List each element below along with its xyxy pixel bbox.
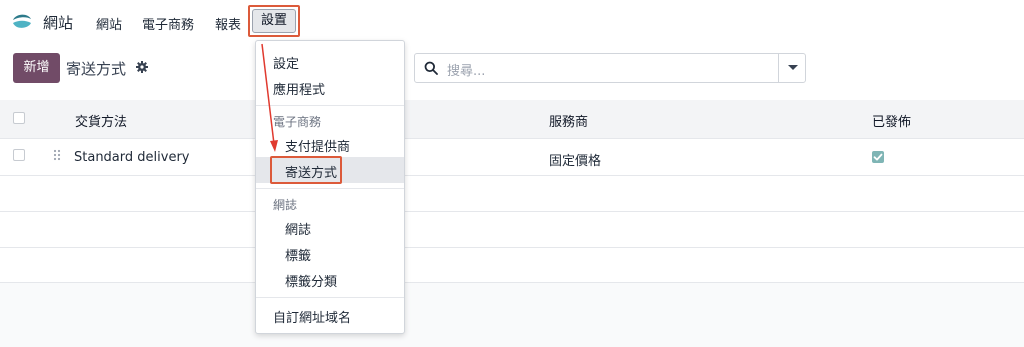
nav-item-reporting[interactable]: 報表 — [215, 14, 241, 33]
drag-handle-icon[interactable] — [53, 149, 61, 161]
column-header-published[interactable]: 已發佈 — [872, 111, 911, 130]
app-name[interactable]: 網站 — [43, 12, 73, 33]
search-placeholder: 搜尋... — [447, 64, 486, 79]
nav-item-ecommerce[interactable]: 電子商務 — [142, 14, 194, 33]
new-button[interactable]: 新增 — [13, 53, 60, 83]
highlight-box-configuration — [248, 5, 300, 37]
cell-provider: 固定價格 — [549, 154, 602, 169]
highlight-box-shipping-methods — [270, 156, 342, 184]
menu-section-blog: 網誌 — [273, 198, 298, 212]
menu-item-payment-providers[interactable]: 支付提供商 — [285, 136, 350, 155]
menu-item-apps[interactable]: 應用程式 — [273, 79, 325, 98]
menu-item-blogs[interactable]: 網誌 — [285, 219, 311, 238]
caret-down-icon[interactable] — [788, 65, 798, 70]
menu-item-tag-categories[interactable]: 標籤分類 — [285, 271, 337, 290]
search-icon — [424, 61, 438, 75]
cell-method: Standard delivery — [74, 150, 190, 165]
table-header — [0, 100, 1024, 139]
table-row-empty — [0, 212, 1024, 248]
configuration-dropdown-menu: 設定 應用程式 電子商務 支付提供商 寄送方式 網誌 網誌 標籤 標籤分類 自訂… — [255, 40, 405, 334]
menu-item-tags[interactable]: 標籤 — [285, 245, 311, 264]
table-row-empty — [0, 248, 1024, 283]
page-title: 寄送方式 — [66, 60, 127, 78]
menu-separator — [256, 105, 404, 106]
table-row-empty — [0, 176, 1024, 212]
menu-item-settings[interactable]: 設定 — [273, 53, 299, 72]
menu-item-custom-domain[interactable]: 自訂網址域名 — [273, 307, 351, 326]
search-divider — [778, 54, 779, 82]
nav-item-website[interactable]: 網站 — [96, 14, 122, 33]
menu-section-ecommerce: 電子商務 — [273, 115, 322, 129]
menu-separator — [256, 188, 404, 189]
column-header-method[interactable]: 交貨方法 — [75, 111, 127, 130]
column-header-provider[interactable]: 服務商 — [549, 111, 588, 130]
menu-separator — [256, 297, 404, 298]
row-checkbox[interactable] — [13, 149, 25, 161]
published-checkbox[interactable] — [872, 151, 884, 163]
app-logo-icon[interactable] — [11, 11, 33, 33]
select-all-checkbox[interactable] — [13, 112, 25, 124]
gear-icon[interactable] — [136, 61, 148, 73]
